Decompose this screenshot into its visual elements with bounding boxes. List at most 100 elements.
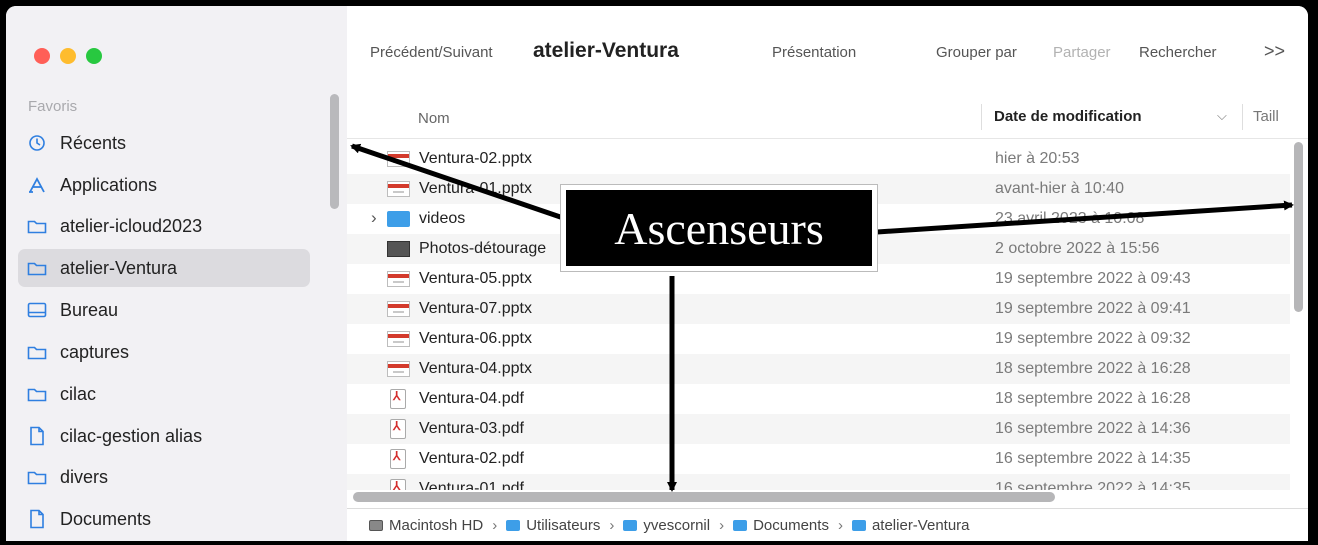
document-icon [26,508,48,530]
list-item[interactable]: Ventura-02.pdf 16 septembre 2022 à 14:35 [347,444,1290,474]
list-item[interactable]: Ventura-01.pdf 16 septembre 2022 à 14:35 [347,474,1290,490]
list-item[interactable]: Ventura-07.pptx 19 septembre 2022 à 09:4… [347,294,1290,324]
sidebar-item-atelier-ventura[interactable]: atelier-Ventura [18,249,310,287]
finder-window: Favoris Récents Applications atelier-icl… [6,6,1308,541]
file-date: 18 septembre 2022 à 16:28 [995,390,1191,407]
sidebar-item-label: atelier-Ventura [60,257,178,278]
sidebar-item-captures[interactable]: captures [18,333,310,371]
file-date: 2 octobre 2022 à 15:56 [995,240,1160,257]
horizontal-scrollbar-track[interactable] [353,490,1290,504]
sidebar-item-applications[interactable]: Applications [18,166,310,204]
sidebar-section-title: Favoris [28,98,78,115]
folder-icon [26,383,48,405]
list-item[interactable]: Ventura-02.pptx hier à 20:53 [347,144,1290,174]
main-pane: Précédent/Suivant atelier-Ventura Présen… [347,6,1308,541]
sidebar-item-cilac-gestion-alias[interactable]: cilac-gestion alias [18,417,310,455]
list-item[interactable]: Ventura-04.pptx 18 septembre 2022 à 16:2… [347,354,1290,384]
back-forward-button[interactable]: Précédent/Suivant [370,44,493,61]
file-date: 16 septembre 2022 à 14:35 [995,450,1191,467]
file-name: videos [419,210,466,227]
disclosure-chevron-icon[interactable]: › [371,208,377,228]
view-button[interactable]: Présentation [772,44,856,61]
vertical-scrollbar[interactable] [1294,142,1303,312]
close-window-button[interactable] [34,48,50,64]
path-item-macintosh-hd[interactable]: Macintosh HD [389,517,483,534]
file-date: 16 septembre 2022 à 14:36 [995,420,1191,437]
callout-label: Ascenseurs [566,190,872,266]
folder-icon [26,466,48,488]
sidebar-item-cilac[interactable]: cilac [18,375,310,413]
horizontal-scrollbar[interactable] [353,492,1055,502]
column-date-modified[interactable]: Date de modification [994,108,1142,125]
document-icon [26,425,48,447]
list-item[interactable]: Ventura-06.pptx 19 septembre 2022 à 09:3… [347,324,1290,354]
home-folder-icon [623,520,638,531]
file-name: Ventura-06.pptx [419,330,532,347]
pptx-file-icon [387,301,410,317]
sidebar-item-bureau[interactable]: Bureau [18,291,310,329]
path-item-atelier-ventura[interactable]: atelier-Ventura [872,517,970,534]
file-name: Ventura-03.pdf [419,420,524,437]
file-date: 16 septembre 2022 à 14:35 [995,480,1191,490]
path-item-documents[interactable]: Documents [753,517,829,534]
file-name: Ventura-01.pdf [419,480,524,490]
file-date: avant-hier à 10:40 [995,180,1124,197]
photo-library-icon [387,241,410,257]
sidebar-item-label: Documents [60,508,152,529]
minimize-window-button[interactable] [60,48,76,64]
pdf-file-icon [390,479,406,490]
pdf-file-icon [390,449,406,469]
group-by-button[interactable]: Grouper par [936,44,1017,61]
folder-icon [26,215,48,237]
column-divider[interactable] [981,104,982,130]
file-date: 23 avril 2023 à 10:08 [995,210,1145,227]
zoom-window-button[interactable] [86,48,102,64]
path-bar: Macintosh HD › Utilisateurs › yvescornil… [347,508,1308,541]
search-button[interactable]: Rechercher [1139,44,1217,61]
path-item-utilisateurs[interactable]: Utilisateurs [526,517,600,534]
column-divider[interactable] [1242,104,1243,130]
sidebar-item-label: captures [60,341,130,362]
file-name: Ventura-02.pdf [419,450,524,467]
file-date: 19 septembre 2022 à 09:32 [995,330,1191,347]
sidebar-item-label: cilac [60,383,97,404]
sidebar-item-label: Récents [60,132,127,153]
folder-icon [506,520,521,531]
window-title: atelier-Ventura [533,39,679,62]
pptx-file-icon [387,361,410,377]
sidebar-item-divers[interactable]: divers [18,458,310,496]
toolbar: Précédent/Suivant atelier-Ventura Présen… [347,6,1308,95]
folder-icon [26,257,48,279]
file-name: Ventura-04.pptx [419,360,532,377]
file-name: Ventura-04.pdf [419,390,524,407]
annotation-callout: Ascenseurs [561,185,877,271]
column-name[interactable]: Nom [418,110,450,127]
hard-drive-icon [369,520,383,531]
pdf-file-icon [390,389,406,409]
file-name: Ventura-07.pptx [419,300,532,317]
column-size[interactable]: Taill [1253,108,1279,125]
file-name: Photos-détourage [419,240,547,257]
sidebar-item-label: Applications [60,174,158,195]
pptx-file-icon [387,271,410,287]
sidebar-item-documents[interactable]: Documents [18,500,310,538]
share-button[interactable]: Partager [1053,44,1111,61]
file-name: Ventura-01.pptx [419,180,532,197]
sidebar-scrollbar[interactable] [330,94,339,209]
list-item[interactable]: Ventura-03.pdf 16 septembre 2022 à 14:36 [347,414,1290,444]
file-name: Ventura-02.pptx [419,150,532,167]
path-separator-icon: › [719,517,725,534]
sidebar-item-atelier-icloud2023[interactable]: atelier-icloud2023 [18,207,310,245]
pptx-file-icon [387,181,410,197]
file-name: Ventura-05.pptx [419,270,532,287]
path-item-yvescornil[interactable]: yvescornil [643,517,710,534]
folder-icon [387,211,410,227]
sidebar-item-label: atelier-icloud2023 [60,215,203,236]
list-item[interactable]: Ventura-04.pdf 18 septembre 2022 à 16:28 [347,384,1290,414]
column-header: Nom Date de modification ⌵ Taill [347,94,1308,139]
toolbar-overflow-button[interactable]: >> [1264,41,1285,62]
folder-icon [733,520,748,531]
chevron-down-icon[interactable]: ⌵ [1217,108,1227,124]
sidebar-item-recents[interactable]: Récents [18,124,310,162]
sidebar-item-label: divers [60,466,109,487]
